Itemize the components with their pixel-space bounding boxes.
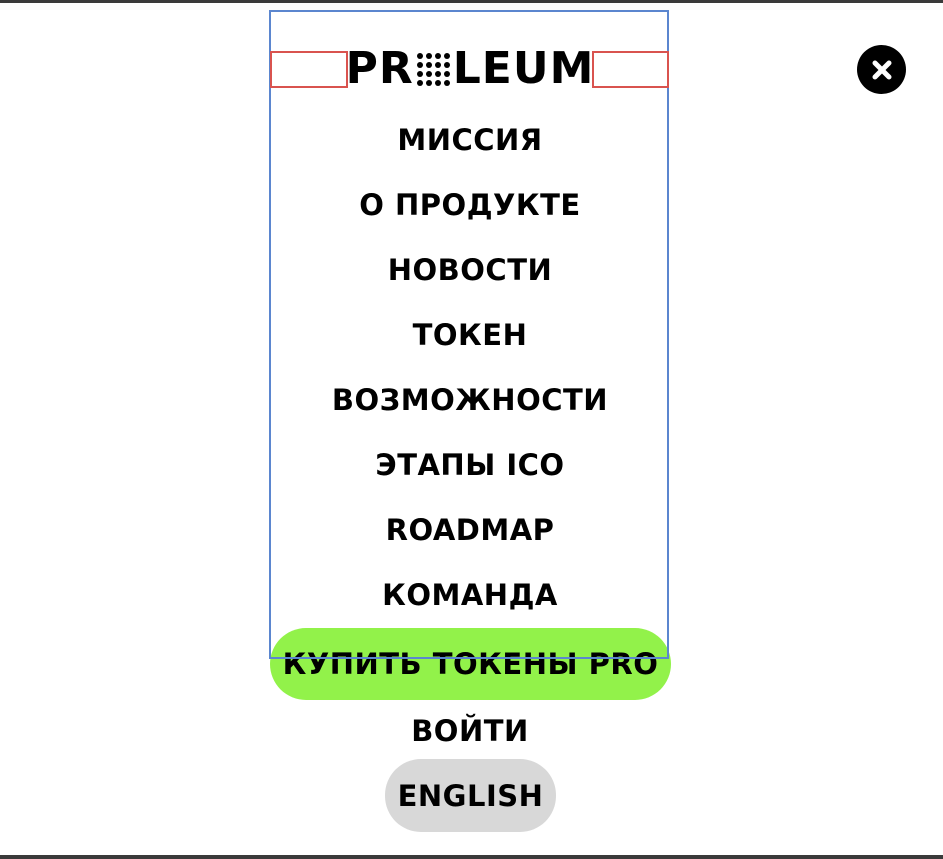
- menu-item-roadmap[interactable]: ROADMAP: [269, 498, 671, 563]
- menu-item-product[interactable]: О ПРОДУКТЕ: [269, 173, 671, 238]
- menu-item-ico-stages[interactable]: ЭТАПЫ ICO: [269, 433, 671, 498]
- logo-dot-grid-icon: [416, 52, 450, 86]
- login-link[interactable]: ВОЙТИ: [370, 705, 570, 757]
- selection-box-left: [270, 51, 348, 88]
- menu-item-team[interactable]: КОМАНДА: [269, 563, 671, 628]
- top-border: [0, 0, 943, 3]
- logo-text-right: LEUM: [452, 43, 595, 94]
- logo-text-left: PR: [345, 43, 414, 94]
- menu-item-news[interactable]: НОВОСТИ: [269, 238, 671, 303]
- menu-item-features[interactable]: ВОЗМОЖНОСТИ: [269, 368, 671, 433]
- buy-tokens-button[interactable]: КУПИТЬ ТОКЕНЫ PRO: [270, 628, 671, 700]
- close-button[interactable]: [857, 45, 906, 94]
- close-icon: [872, 60, 891, 79]
- selection-box-right: [592, 51, 669, 88]
- main-menu: МИССИЯ О ПРОДУКТЕ НОВОСТИ ТОКЕН ВОЗМОЖНО…: [269, 108, 671, 628]
- language-button[interactable]: ENGLISH: [385, 759, 556, 832]
- menu-item-mission[interactable]: МИССИЯ: [269, 108, 671, 173]
- proleum-logo[interactable]: PR LEUM: [345, 43, 595, 94]
- bottom-border: [0, 855, 943, 859]
- menu-item-token[interactable]: ТОКЕН: [269, 303, 671, 368]
